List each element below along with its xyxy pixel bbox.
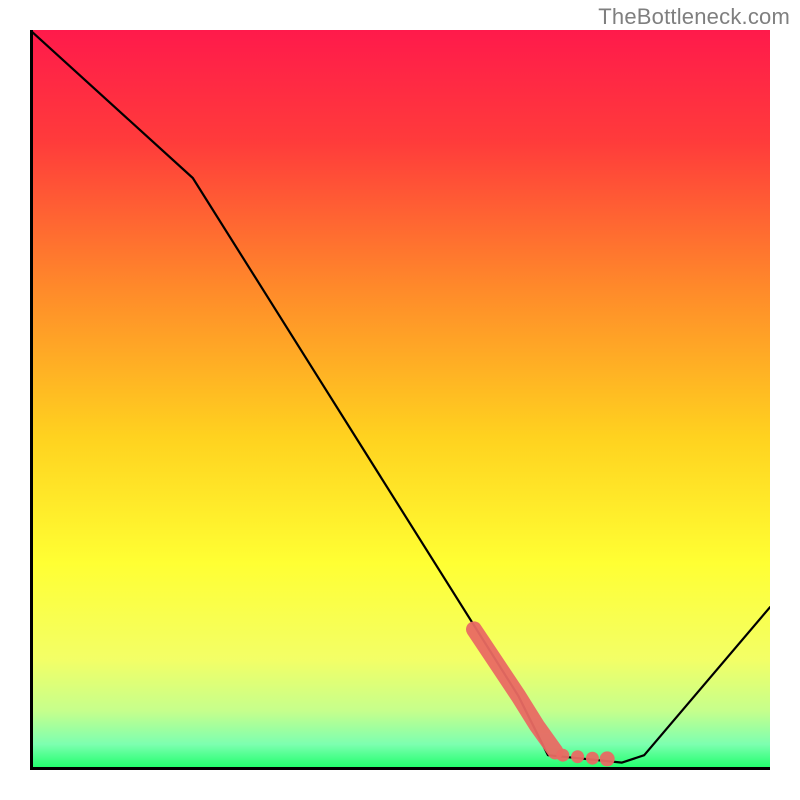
bottleneck-curve	[30, 30, 770, 763]
data-overlay	[30, 30, 770, 770]
watermark-text: TheBottleneck.com	[598, 4, 790, 30]
optimal-range-highlight	[474, 629, 615, 766]
chart-container: TheBottleneck.com	[0, 0, 800, 800]
plot-area	[30, 30, 770, 770]
